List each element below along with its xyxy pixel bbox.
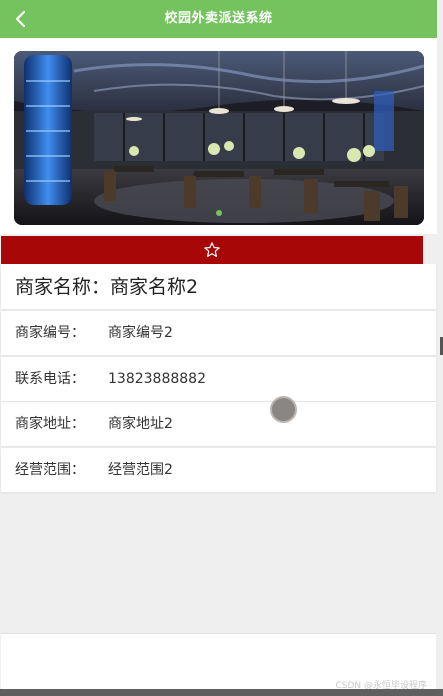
- merchant-name-value: 商家名称2: [110, 276, 199, 298]
- merchant-number-row: 商家编号： 商家编号2: [1, 311, 436, 355]
- merchant-number-value: 商家编号2: [108, 325, 173, 341]
- business-scope-row: 经营范围： 经营范围2: [1, 448, 436, 492]
- merchant-number-label: 商家编号：: [15, 325, 85, 341]
- page-title: 校园外卖派送系统: [164, 11, 273, 26]
- top-nav-bar: 校园外卖派送系统: [0, 0, 437, 38]
- merchant-address-value: 商家地址2: [108, 416, 173, 432]
- contact-phone-label: 联系电话：: [15, 371, 85, 387]
- carousel-dots: [14, 210, 424, 216]
- contact-phone-row: 联系电话： 13823888882: [1, 357, 436, 401]
- banner-carousel[interactable]: [14, 51, 424, 225]
- favorite-button[interactable]: [1, 236, 423, 264]
- floating-action-button[interactable]: [270, 396, 297, 423]
- merchant-name-label: 商家名称：: [15, 276, 111, 298]
- star-outline-icon: [204, 242, 220, 257]
- merchant-name-card: 商家名称：商家名称2: [1, 264, 436, 309]
- carousel-dot[interactable]: [216, 210, 222, 216]
- banner-section: [0, 38, 437, 234]
- bottom-bar: [0, 689, 443, 696]
- merchant-address-label: 商家地址：: [15, 416, 85, 432]
- contact-phone-value: 13823888882: [108, 371, 206, 387]
- business-scope-value: 经营范围2: [108, 462, 173, 478]
- merchant-address-row: 商家地址： 商家地址2: [1, 402, 436, 446]
- restaurant-photo: [14, 51, 424, 225]
- merchant-name-heading: 商家名称：商家名称2: [15, 272, 198, 299]
- business-scope-label: 经营范围：: [15, 462, 85, 478]
